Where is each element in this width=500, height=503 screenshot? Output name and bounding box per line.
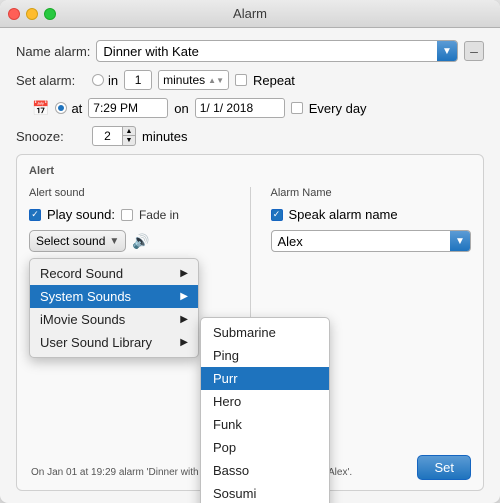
- snooze-stepper: ▲ ▼: [122, 126, 136, 146]
- name-alarm-value: Dinner with Kate: [97, 41, 437, 61]
- set-alarm-in-row: Set alarm: in minutes ▲▼ Repeat: [16, 70, 484, 90]
- name-alarm-select[interactable]: Dinner with Kate ▼: [96, 40, 458, 62]
- record-sound-label: Record Sound: [40, 266, 123, 281]
- close-button[interactable]: [8, 8, 20, 20]
- alert-box: Alert Alert sound ✓ Play sound: Fade in …: [16, 154, 484, 491]
- alert-left: Alert sound ✓ Play sound: Fade in Select…: [29, 187, 230, 456]
- snooze-input[interactable]: [92, 126, 122, 146]
- voice-dropdown[interactable]: Alex ▼: [271, 230, 472, 252]
- repeat-checkbox[interactable]: [235, 74, 247, 86]
- snooze-minutes-label: minutes: [142, 129, 188, 144]
- snooze-label: Snooze:: [16, 129, 86, 144]
- at-radio[interactable]: [55, 102, 67, 114]
- date-select[interactable]: 1/ 1/ 2018: [195, 98, 285, 118]
- speak-alarm-label: Speak alarm name: [289, 207, 398, 222]
- system-sounds-label: System Sounds: [40, 289, 131, 304]
- user-sound-library-item[interactable]: User Sound Library ▶: [30, 331, 198, 354]
- name-alarm-arrow[interactable]: ▼: [437, 41, 457, 61]
- on-label: on: [174, 101, 188, 116]
- minutes-select[interactable]: minutes ▲▼: [158, 70, 229, 90]
- window-title: Alarm: [233, 6, 267, 21]
- funk-item[interactable]: Funk: [201, 413, 329, 436]
- alert-title: Alert: [29, 165, 471, 177]
- alert-sound-label: Alert sound: [29, 187, 230, 199]
- record-sound-arrow: ▶: [180, 268, 188, 279]
- in-radio[interactable]: [92, 74, 104, 86]
- imovie-sounds-arrow: ▶: [180, 314, 188, 325]
- calendar-icon[interactable]: 📅: [32, 100, 49, 117]
- basso-item[interactable]: Basso: [201, 459, 329, 482]
- fade-in-checkbox[interactable]: [121, 209, 133, 221]
- titlebar: Alarm: [0, 0, 500, 28]
- set-alarm-at-row: 📅 at 7:29 PM on 1/ 1/ 2018 Every day: [16, 98, 484, 118]
- alarm-name-label: Alarm Name: [271, 187, 472, 199]
- system-sounds-item[interactable]: System Sounds ▶: [30, 285, 198, 308]
- play-sound-row: ✓ Play sound: Fade in: [29, 207, 230, 222]
- traffic-lights: [8, 8, 56, 20]
- snooze-input-group: ▲ ▼: [92, 126, 136, 146]
- name-alarm-label: Name alarm:: [16, 44, 90, 59]
- repeat-label: Repeat: [253, 73, 295, 88]
- minimize-button[interactable]: [26, 8, 38, 20]
- at-label: at: [71, 101, 82, 116]
- in-radio-group: in: [92, 73, 118, 88]
- speak-alarm-checkbox[interactable]: ✓: [271, 209, 283, 221]
- play-sound-label: Play sound:: [47, 207, 115, 222]
- select-sound-label: Select sound: [36, 234, 105, 248]
- speaker-icon: 🔊: [132, 233, 149, 250]
- every-day-label: Every day: [309, 101, 367, 116]
- alarm-window: Alarm Name alarm: Dinner with Kate ▼ – S…: [0, 0, 500, 503]
- select-sound-row: Select sound ▼ 🔊 Record Sound ▶ System S: [29, 230, 230, 252]
- imovie-sounds-item[interactable]: iMovie Sounds ▶: [30, 308, 198, 331]
- every-day-checkbox[interactable]: [291, 102, 303, 114]
- user-sound-library-label: User Sound Library: [40, 335, 152, 350]
- in-minutes-input[interactable]: [124, 70, 152, 90]
- play-sound-checkbox[interactable]: ✓: [29, 209, 41, 221]
- system-sounds-arrow: ▶: [180, 291, 188, 302]
- voice-select-group: Alex ▼: [271, 230, 472, 252]
- time-value: 7:29 PM: [93, 101, 138, 115]
- record-sound-item[interactable]: Record Sound ▶: [30, 262, 198, 285]
- select-sound-button[interactable]: Select sound ▼: [29, 230, 126, 252]
- alert-columns: Alert sound ✓ Play sound: Fade in Select…: [29, 187, 471, 456]
- imovie-sounds-label: iMovie Sounds: [40, 312, 125, 327]
- sosumi-item[interactable]: Sosumi: [201, 482, 329, 503]
- voice-dropdown-arrow[interactable]: ▼: [450, 231, 470, 251]
- minus-button[interactable]: –: [464, 41, 484, 61]
- time-select[interactable]: 7:29 PM: [88, 98, 168, 118]
- select-sound-chevron: ▼: [109, 236, 119, 247]
- name-alarm-row: Name alarm: Dinner with Kate ▼ –: [16, 40, 484, 62]
- pop-item[interactable]: Pop: [201, 436, 329, 459]
- set-alarm-label: Set alarm:: [16, 73, 86, 88]
- purr-item[interactable]: Purr: [201, 367, 329, 390]
- hero-item[interactable]: Hero: [201, 390, 329, 413]
- content-area: Name alarm: Dinner with Kate ▼ – Set ala…: [0, 28, 500, 503]
- set-button[interactable]: Set: [417, 455, 471, 480]
- in-label: in: [108, 73, 118, 88]
- user-sound-library-arrow: ▶: [180, 337, 188, 348]
- maximize-button[interactable]: [44, 8, 56, 20]
- minutes-label: minutes: [163, 73, 205, 87]
- date-value: 1/ 1/ 2018: [200, 101, 253, 115]
- ping-item[interactable]: Ping: [201, 344, 329, 367]
- snooze-down-btn[interactable]: ▼: [122, 136, 136, 146]
- system-sounds-submenu: Submarine Ping Purr Hero Funk Pop Basso …: [200, 317, 330, 503]
- sound-dropdown-menu: Record Sound ▶ System Sounds ▶ iMovie So…: [29, 258, 199, 358]
- snooze-up-btn[interactable]: ▲: [122, 126, 136, 136]
- snooze-row: Snooze: ▲ ▼ minutes: [16, 126, 484, 146]
- fade-in-label: Fade in: [139, 208, 179, 222]
- speak-alarm-row: ✓ Speak alarm name: [271, 207, 472, 222]
- at-radio-group: at: [55, 101, 82, 116]
- submarine-item[interactable]: Submarine: [201, 321, 329, 344]
- voice-value: Alex: [272, 231, 451, 251]
